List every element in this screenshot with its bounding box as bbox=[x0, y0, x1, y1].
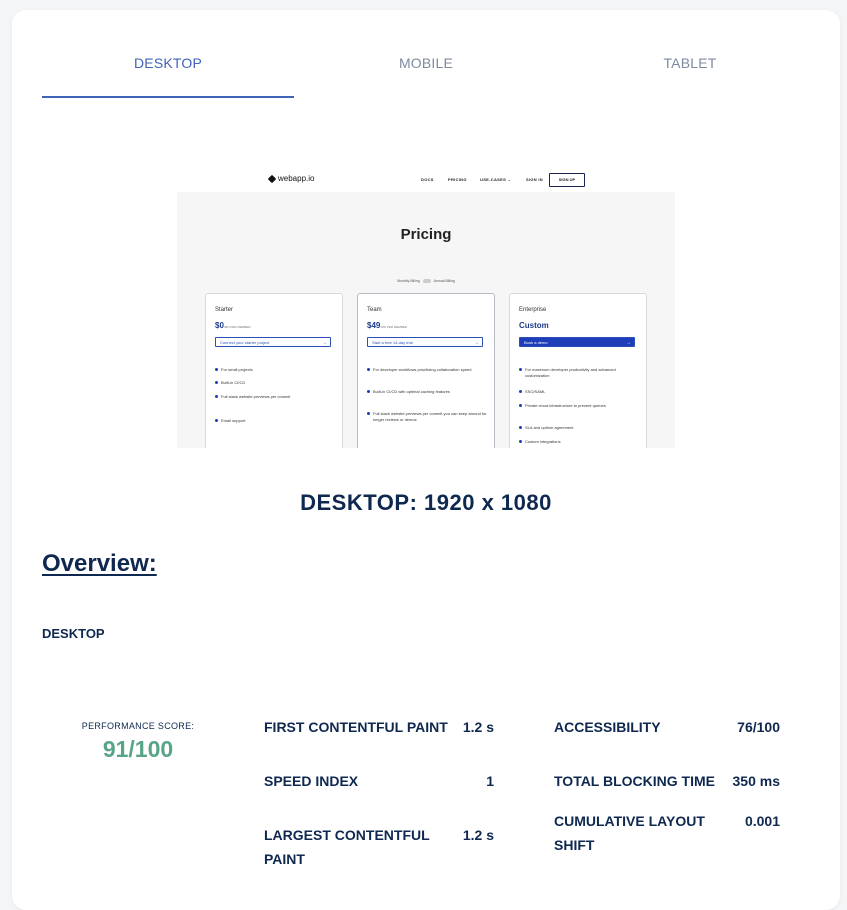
metric-value: 350 ms bbox=[732, 773, 780, 789]
preview-plan-team: Team $49/MO PER MEMBER Start a free 14-d… bbox=[357, 293, 495, 448]
device-tabs: DESKTOP MOBILE TABLET bbox=[42, 50, 832, 98]
tab-tablet[interactable]: TABLET bbox=[558, 50, 822, 96]
metric-value: 1.2 s bbox=[462, 827, 494, 843]
logo-icon bbox=[267, 174, 277, 184]
preview-navbar: webapp.io DOCS PRICING USE-CASES ⌄ SIGN … bbox=[177, 168, 675, 192]
price-unit: /MO PER MEMBER bbox=[380, 325, 408, 329]
metric-value: 1 bbox=[486, 773, 494, 789]
tab-mobile[interactable]: MOBILE bbox=[294, 50, 558, 96]
preview-nav-item: PRICING bbox=[448, 177, 467, 182]
preview-plan-price: $0/MO PER MEMBER bbox=[215, 321, 251, 330]
page-screenshot-preview: webapp.io DOCS PRICING USE-CASES ⌄ SIGN … bbox=[177, 168, 675, 448]
price-unit: /MO PER MEMBER bbox=[223, 325, 251, 329]
preview-nav-item: USE-CASES ⌄ bbox=[480, 177, 512, 182]
preview-plan-cta: Book a demo bbox=[519, 337, 635, 348]
metric-name: CUMULATIVE LAYOUT SHIFT bbox=[554, 813, 705, 853]
metric-name: LARGEST CONTENTFUL PAINT bbox=[264, 827, 430, 867]
preview-plan-name: Enterprise bbox=[519, 307, 547, 313]
preview-plan-name: Team bbox=[367, 307, 382, 313]
preview-feature: For developer workflows prioritizing col… bbox=[367, 367, 487, 373]
preview-feature: Full stack website previews per commit bbox=[215, 394, 335, 400]
preview-feature: Full stack website previews per commit y… bbox=[367, 411, 487, 423]
preview-title: Pricing bbox=[400, 226, 452, 243]
overview-heading: Overview: bbox=[42, 550, 157, 577]
preview-feature: For maximum developer productivity and a… bbox=[519, 367, 639, 379]
preview-plan-cta: Start a free 14-day trial bbox=[367, 337, 483, 348]
device-resolution-title: DESKTOP: 1920 x 1080 bbox=[300, 490, 552, 515]
metric-value: 0.001 bbox=[744, 813, 780, 829]
preview-billing-toggle: Monthly Billing Annual Billing bbox=[177, 279, 675, 284]
tab-desktop[interactable]: DESKTOP bbox=[42, 50, 294, 98]
preview-feature: SSO/SAML bbox=[519, 389, 639, 395]
preview-plan-enterprise: Enterprise Custom Book a demo For maximu… bbox=[509, 293, 647, 448]
preview-signup-button: SIGN UP bbox=[549, 173, 585, 187]
preview-logo: webapp.io bbox=[267, 174, 315, 184]
preview-toggle-right: Annual Billing bbox=[433, 279, 455, 283]
preview-plan-price: $49/MO PER MEMBER bbox=[367, 321, 407, 330]
preview-plan-starter: Starter $0/MO PER MEMBER Connect your st… bbox=[205, 293, 343, 448]
preview-feature: Built-in CI/CD bbox=[215, 380, 335, 386]
metric-value: 1.2 s bbox=[462, 719, 494, 735]
toggle-icon bbox=[422, 279, 431, 284]
preview-feature: For small projects bbox=[215, 367, 335, 373]
preview-nav-item: SIGN IN bbox=[526, 177, 543, 182]
preview-plan-cta: Connect your starter project bbox=[215, 337, 331, 348]
report-card: DESKTOP MOBILE TABLET webapp.io DOCS PRI… bbox=[12, 10, 840, 910]
metric-value: 76/100 bbox=[737, 719, 780, 735]
price-value: $49 bbox=[367, 321, 381, 330]
preview-nav-item: DOCS bbox=[421, 177, 434, 182]
preview-feature: Custom integrations bbox=[519, 439, 639, 445]
performance-score-value: 91/100 bbox=[102, 736, 174, 762]
price-value: $0 bbox=[215, 321, 224, 330]
preview-logo-text: webapp.io bbox=[278, 174, 315, 183]
preview-toggle-left: Monthly Billing bbox=[397, 279, 420, 283]
preview-feature: SLA and uptime agreement bbox=[519, 425, 639, 431]
price-value: Custom bbox=[519, 321, 549, 330]
section-label: DESKTOP bbox=[42, 626, 105, 641]
preview-plan-price: Custom bbox=[519, 321, 549, 330]
performance-score-label: PERFORMANCE SCORE: bbox=[81, 721, 195, 731]
preview-feature: Private cloud infrastructure to prevent … bbox=[519, 403, 639, 409]
preview-plan-name: Starter bbox=[215, 307, 234, 313]
preview-feature: Built-in CI/CD with optimal caching feat… bbox=[367, 389, 487, 395]
metric-name: ACCESSIBILITY bbox=[554, 719, 661, 735]
preview-feature: Email support bbox=[215, 418, 335, 424]
metric-name: TOTAL BLOCKING TIME bbox=[554, 773, 715, 789]
